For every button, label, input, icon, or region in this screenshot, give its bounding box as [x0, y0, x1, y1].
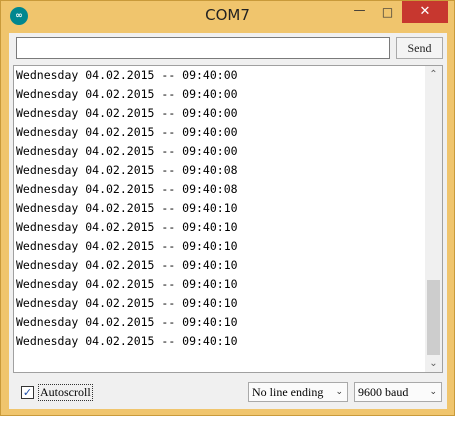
- output-line: Wednesday 04.02.2015 -- 09:40:08: [16, 182, 238, 196]
- output-line: Wednesday 04.02.2015 -- 09:40:10: [16, 258, 238, 272]
- checkbox-check-icon[interactable]: ✓: [21, 385, 34, 399]
- output-line: Wednesday 04.02.2015 -- 09:40:00: [16, 144, 238, 158]
- output-line: Wednesday 04.02.2015 -- 09:40:10: [16, 201, 238, 215]
- baud-rate-select[interactable]: 9600 baud ⌄: [354, 382, 442, 402]
- scroll-up-icon[interactable]: ⌃: [425, 66, 442, 83]
- scrollbar-thumb[interactable]: [427, 280, 440, 355]
- chevron-down-icon: ⌄: [429, 387, 437, 397]
- send-button[interactable]: Send: [396, 37, 443, 59]
- output-line: Wednesday 04.02.2015 -- 09:40:00: [16, 125, 238, 139]
- send-input[interactable]: [16, 37, 390, 59]
- output-line: Wednesday 04.02.2015 -- 09:40:00: [16, 68, 238, 82]
- line-ending-select[interactable]: No line ending ⌄: [248, 382, 348, 402]
- vertical-scrollbar[interactable]: ⌃ ⌄: [425, 66, 442, 372]
- serial-output-log: Wednesday 04.02.2015 -- 09:40:00 Wednesda…: [16, 66, 428, 351]
- serial-output-area[interactable]: Wednesday 04.02.2015 -- 09:40:00 Wednesda…: [13, 65, 443, 373]
- autoscroll-label[interactable]: Autoscroll: [38, 383, 93, 401]
- chevron-down-icon: ⌄: [335, 387, 343, 397]
- output-line: Wednesday 04.02.2015 -- 09:40:10: [16, 315, 238, 329]
- output-line: Wednesday 04.02.2015 -- 09:40:10: [16, 220, 238, 234]
- minimize-button[interactable]: —: [346, 1, 373, 23]
- bottom-bar: ✓ Autoscroll No line ending ⌄ 9600 baud …: [9, 377, 447, 409]
- close-button[interactable]: ✕: [402, 1, 448, 23]
- baud-rate-value: 9600 baud: [358, 385, 409, 399]
- output-line: Wednesday 04.02.2015 -- 09:40:10: [16, 277, 238, 291]
- title-bar[interactable]: ∞ COM7 — □ ✕: [1, 1, 454, 33]
- output-line: Wednesday 04.02.2015 -- 09:40:10: [16, 334, 238, 348]
- scroll-down-icon[interactable]: ⌄: [425, 355, 442, 372]
- output-line: Wednesday 04.02.2015 -- 09:40:10: [16, 296, 238, 310]
- serial-monitor-window: ∞ COM7 — □ ✕ Send Wednesday 04.02.2015 -…: [0, 0, 455, 416]
- output-line: Wednesday 04.02.2015 -- 09:40:10: [16, 239, 238, 253]
- autoscroll-checkbox[interactable]: ✓ Autoscroll: [21, 383, 93, 401]
- output-line: Wednesday 04.02.2015 -- 09:40:08: [16, 163, 238, 177]
- serial-monitor-client: Send Wednesday 04.02.2015 -- 09:40:00 Wed…: [9, 33, 447, 409]
- output-line: Wednesday 04.02.2015 -- 09:40:00: [16, 106, 238, 120]
- line-ending-value: No line ending: [252, 385, 324, 399]
- output-line: Wednesday 04.02.2015 -- 09:40:00: [16, 87, 238, 101]
- maximize-button[interactable]: □: [374, 1, 401, 23]
